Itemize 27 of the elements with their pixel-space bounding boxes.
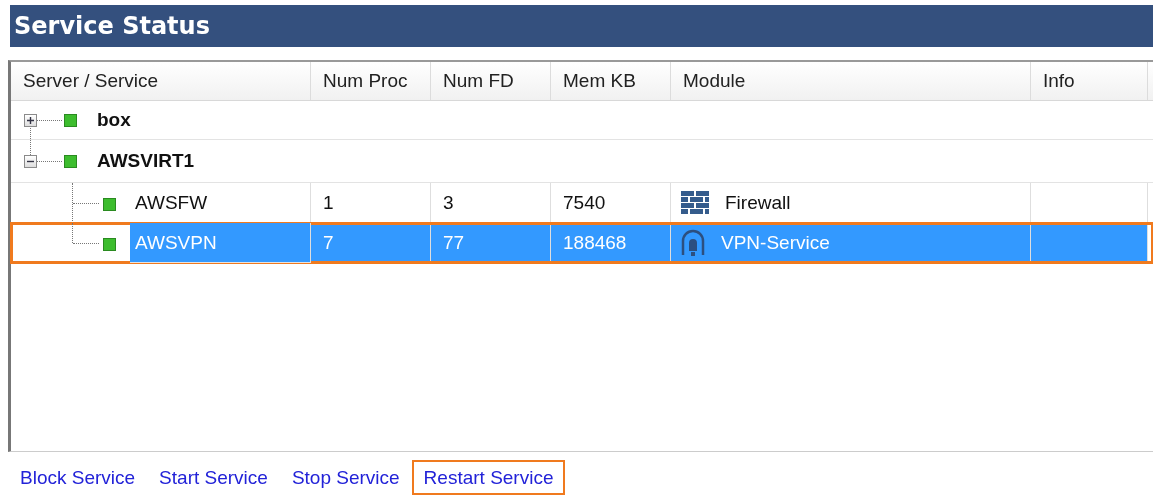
column-header[interactable]: Module bbox=[683, 62, 746, 100]
module-name: Firewall bbox=[725, 191, 791, 214]
module-name: VPN-Service bbox=[721, 231, 830, 254]
panel-title: Service Status bbox=[13, 11, 210, 42]
action-link[interactable]: Restart Service bbox=[411, 460, 566, 495]
table-cell: 3 bbox=[443, 191, 454, 214]
table-cell: 77 bbox=[443, 231, 465, 254]
expand-button[interactable] bbox=[24, 114, 37, 127]
column-header[interactable]: Num FD bbox=[443, 62, 514, 100]
table-cell: 1 bbox=[323, 191, 334, 214]
brick-wall-icon bbox=[681, 190, 709, 215]
column-header[interactable]: Num Proc bbox=[323, 62, 408, 100]
action-link[interactable]: Stop Service bbox=[279, 460, 412, 495]
table-cell: 7 bbox=[323, 231, 334, 254]
collapse-button[interactable] bbox=[24, 155, 37, 168]
table-cell: 188468 bbox=[563, 231, 627, 254]
column-header[interactable]: Mem KB bbox=[563, 62, 636, 100]
tunnel-icon bbox=[681, 228, 705, 257]
server-name[interactable]: AWSVIRT1 bbox=[92, 140, 200, 182]
action-link[interactable]: Block Service bbox=[8, 460, 148, 495]
column-header[interactable]: Info bbox=[1043, 62, 1075, 100]
service-name[interactable]: AWSFW bbox=[135, 191, 208, 214]
server-name[interactable]: box bbox=[92, 101, 136, 139]
column-header[interactable]: Server / Service bbox=[23, 62, 159, 100]
table-cell: 7540 bbox=[563, 191, 606, 214]
plus-icon bbox=[25, 115, 36, 126]
action-link[interactable]: Start Service bbox=[147, 460, 280, 495]
